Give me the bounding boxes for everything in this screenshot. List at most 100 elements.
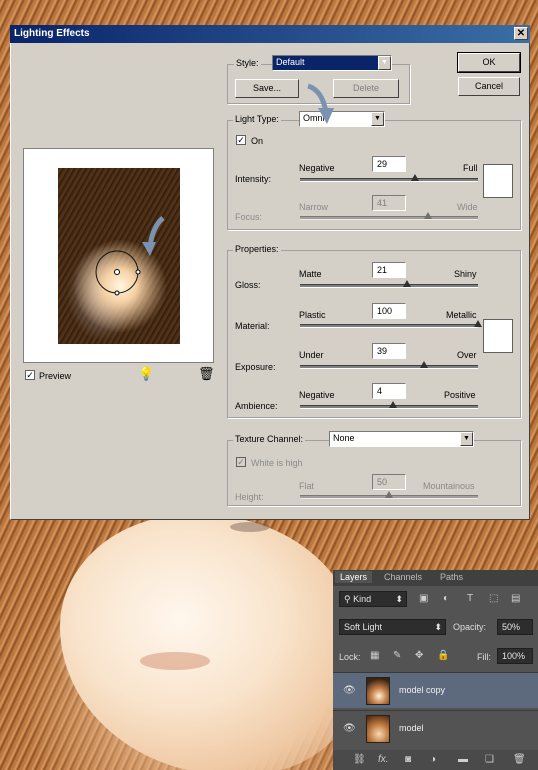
adjustment-filter-icon[interactable]: ◐ [443, 593, 449, 604]
lock-label: Lock: [339, 652, 361, 662]
filter-kind-value: Kind [353, 594, 372, 604]
slider-handle[interactable] [424, 212, 432, 219]
opacity-input[interactable]: 50% [497, 619, 533, 635]
fill-label: Fill: [477, 652, 491, 662]
preview-canvas[interactable] [23, 148, 214, 363]
layer-row[interactable]: 👁 model copy [333, 672, 538, 708]
cancel-button[interactable]: Cancel [458, 77, 520, 96]
ambience-input[interactable]: 4 [372, 383, 406, 399]
fill-input[interactable]: 100% [497, 648, 533, 664]
layer-name: model [399, 723, 424, 733]
tab-layers[interactable]: Layers [335, 571, 373, 583]
gloss-label: Gloss: [235, 280, 261, 290]
new-layer-icon[interactable]: ❏ [485, 754, 494, 765]
gloss-min-label: Matte [299, 269, 322, 279]
smart-object-filter-icon[interactable]: ▤ [511, 593, 520, 604]
visibility-eye-icon[interactable]: 👁 [343, 685, 356, 696]
material-slider[interactable] [300, 320, 482, 328]
close-icon[interactable]: ✕ [514, 27, 528, 40]
white-is-high-checkbox[interactable]: ✓ [236, 457, 246, 467]
slider-handle[interactable] [411, 174, 419, 181]
intensity-label: Intensity: [235, 174, 272, 184]
exposure-slider[interactable] [300, 361, 478, 369]
texture-channel-select[interactable]: None ▼ [329, 431, 474, 447]
ambience-slider[interactable] [300, 401, 478, 409]
slider-handle[interactable] [474, 320, 482, 327]
light-color-swatch[interactable] [483, 164, 513, 198]
chevron-updown-icon: ⬍ [434, 622, 442, 632]
image-filter-icon[interactable]: ▣ [419, 593, 428, 604]
height-min-label: Flat [299, 481, 315, 491]
layers-tabs: Layers Channels Paths [333, 570, 538, 586]
gloss-input[interactable]: 21 [372, 262, 406, 278]
layer-name: model copy [399, 685, 446, 695]
filter-kind-select[interactable]: ⚲ Kind ⬍ [339, 591, 407, 607]
lock-move-icon[interactable]: ✥ [415, 650, 423, 661]
style-label: Style: [234, 58, 261, 68]
adjustment-icon[interactable]: ◑ [430, 754, 436, 765]
slider-handle[interactable] [420, 361, 428, 368]
focus-input[interactable]: 41 [372, 195, 406, 211]
exposure-input[interactable]: 39 [372, 343, 406, 359]
lock-all-icon[interactable]: 🔒 [437, 650, 449, 661]
photo-face [60, 515, 360, 770]
blend-mode-select[interactable]: Soft Light ⬍ [339, 619, 446, 635]
fx-icon[interactable]: fx. [378, 754, 389, 765]
type-filter-icon[interactable]: T [467, 593, 473, 604]
link-icon[interactable]: ⛓ [353, 754, 366, 765]
intensity-slider[interactable] [300, 174, 478, 182]
texture-channel-value: None [333, 433, 355, 443]
chevron-updown-icon: ⬍ [395, 594, 403, 604]
style-select[interactable]: Default ▼ [272, 55, 392, 71]
gloss-slider[interactable] [300, 280, 478, 288]
slider-handle[interactable] [403, 280, 411, 287]
blend-mode-value: Soft Light [344, 622, 383, 632]
lock-paint-icon[interactable]: ✎ [393, 650, 401, 661]
light-gizmo[interactable] [58, 168, 180, 344]
material-max-label: Metallic [446, 310, 477, 320]
height-slider[interactable] [300, 491, 478, 499]
chevron-down-icon: ▼ [378, 56, 391, 70]
light-type-group [227, 120, 521, 230]
layer-row[interactable]: 👁 model [333, 710, 538, 746]
on-label: On [251, 136, 264, 146]
material-label: Material: [235, 321, 270, 331]
photo-lips [140, 652, 210, 670]
material-input[interactable]: 100 [372, 303, 406, 319]
exposure-max-label: Over [457, 350, 477, 360]
dialog-titlebar: Lighting Effects ✕ [10, 25, 530, 43]
white-is-high-label: White is high [251, 458, 303, 468]
layers-bottom-toolbar: ⛓ fx. ◙ ◑ ▬ ❏ 🗑 [333, 750, 538, 770]
trash-icon[interactable]: 🗑 [513, 754, 526, 765]
intensity-max-label: Full [463, 163, 478, 173]
trash-icon[interactable]: 🗑 [198, 366, 215, 382]
exposure-min-label: Under [299, 350, 324, 360]
texture-channel-label: Texture Channel: [233, 434, 306, 444]
save-button[interactable]: Save... [235, 79, 299, 98]
folder-icon[interactable]: ▬ [458, 754, 468, 765]
chevron-down-icon: ▼ [460, 432, 473, 446]
ambience-min-label: Negative [299, 390, 335, 400]
properties-label: Properties: [233, 244, 281, 254]
slider-handle[interactable] [389, 401, 397, 408]
shape-filter-icon[interactable]: ⬚ [489, 593, 498, 604]
annotation-arrow [307, 83, 334, 124]
on-checkbox[interactable]: ✓ [236, 135, 246, 145]
focus-slider[interactable] [300, 212, 478, 220]
intensity-input[interactable]: 29 [372, 156, 406, 172]
ok-button[interactable]: OK [457, 52, 521, 73]
visibility-eye-icon[interactable]: 👁 [343, 723, 356, 734]
intensity-min-label: Negative [299, 163, 335, 173]
mask-icon[interactable]: ◙ [405, 754, 411, 765]
slider-handle[interactable] [385, 491, 393, 498]
ambient-color-swatch[interactable] [483, 319, 513, 353]
lock-transparent-icon[interactable]: ▦ [370, 650, 379, 661]
preview-checkbox[interactable]: ✓ [25, 370, 35, 380]
height-max-label: Mountainous [423, 481, 475, 491]
height-input[interactable]: 50 [372, 474, 406, 490]
tab-channels[interactable]: Channels [384, 572, 422, 582]
lightbulb-icon[interactable]: 💡 [138, 366, 154, 382]
opacity-label: Opacity: [453, 622, 487, 632]
tab-paths[interactable]: Paths [440, 572, 463, 582]
layer-thumbnail [366, 677, 390, 705]
